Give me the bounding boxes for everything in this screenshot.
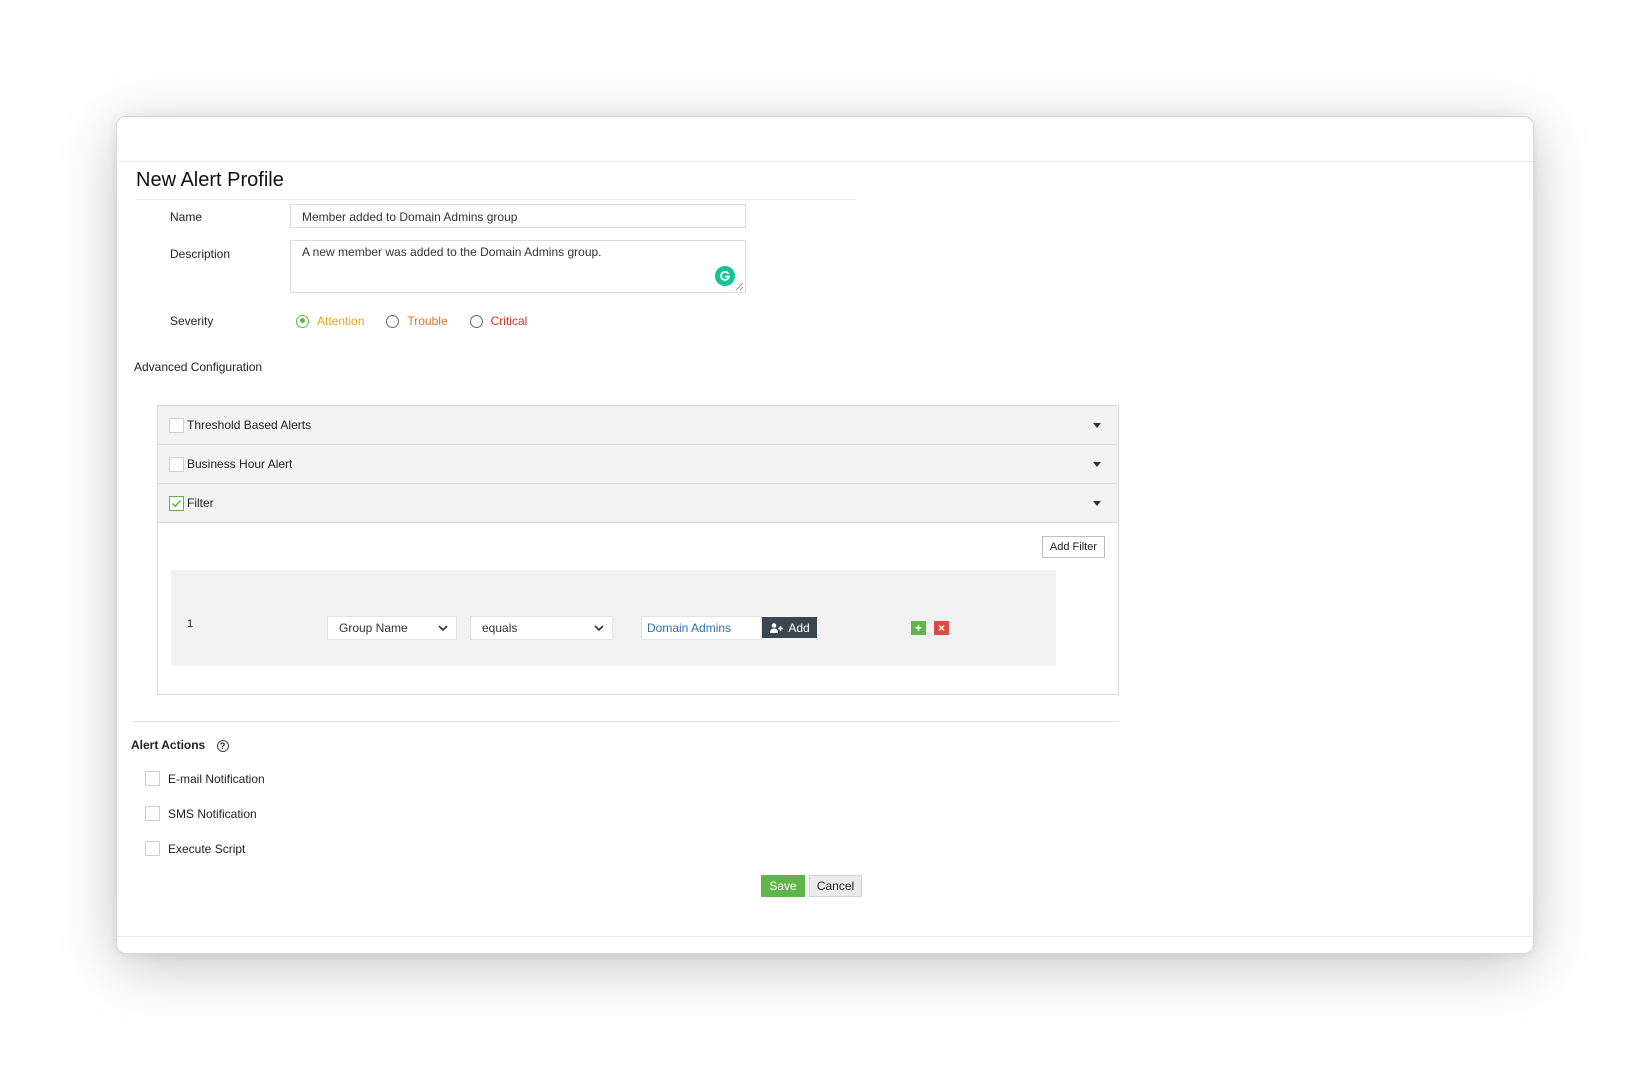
- filter-rule-row: 1 Group Name equals Domain Admins Add + …: [171, 570, 1056, 666]
- description-label: Description: [170, 247, 231, 261]
- severity-critical-label: Critical: [490, 314, 528, 328]
- header-divider: [117, 161, 1533, 162]
- severity-radio-group: Attention Trouble Critical: [296, 314, 549, 328]
- plus-icon: +: [914, 621, 922, 635]
- alert-actions-heading: Alert Actions ?: [131, 738, 229, 752]
- add-filter-button[interactable]: Add Filter: [1041, 536, 1105, 558]
- sms-notification-checkbox[interactable]: [145, 806, 160, 821]
- email-notification-option[interactable]: E-mail Notification: [145, 771, 265, 786]
- accordion-filter[interactable]: Filter: [158, 484, 1118, 523]
- question-circle-icon[interactable]: ?: [216, 739, 229, 752]
- filter-row-index: 1: [187, 618, 194, 630]
- remove-row-button[interactable]: ×: [934, 621, 949, 635]
- sms-notification-option[interactable]: SMS Notification: [145, 806, 257, 821]
- add-row-button[interactable]: +: [911, 621, 926, 635]
- caret-down-icon[interactable]: [1093, 501, 1101, 506]
- sms-notification-label: SMS Notification: [168, 806, 257, 821]
- radio-unselected-icon: [386, 314, 400, 328]
- close-icon: ×: [937, 621, 945, 635]
- execute-script-option[interactable]: Execute Script: [145, 841, 245, 856]
- severity-critical-radio[interactable]: Critical: [469, 314, 528, 328]
- threshold-alerts-label: Threshold Based Alerts: [187, 418, 312, 432]
- accordion-threshold-based-alerts[interactable]: Threshold Based Alerts: [158, 406, 1118, 445]
- cancel-button[interactable]: Cancel: [809, 875, 862, 897]
- execute-script-checkbox[interactable]: [145, 841, 160, 856]
- filter-operator-value: equals: [482, 621, 518, 635]
- resize-grip-icon[interactable]: [735, 282, 744, 291]
- section-divider: [133, 721, 1119, 722]
- severity-label: Severity: [170, 314, 214, 328]
- chevron-down-icon: [594, 625, 604, 632]
- advanced-configuration-accordion: Threshold Based Alerts Business Hour Ale…: [157, 405, 1119, 695]
- grammarly-icon[interactable]: [715, 266, 735, 286]
- severity-attention-radio[interactable]: Attention: [296, 314, 364, 328]
- accordion-business-hour-alert[interactable]: Business Hour Alert: [158, 445, 1118, 484]
- save-button[interactable]: Save: [761, 875, 805, 897]
- radio-selected-icon: [296, 314, 309, 328]
- execute-script-label: Execute Script: [168, 841, 246, 856]
- email-notification-checkbox[interactable]: [145, 771, 160, 786]
- checkmark-icon: [171, 499, 182, 507]
- alert-profile-window: New Alert Profile Name Member added to D…: [116, 116, 1534, 954]
- alert-actions-title: Alert Actions: [131, 738, 206, 752]
- add-group-button[interactable]: Add: [762, 617, 817, 638]
- add-group-label: Add: [788, 620, 810, 635]
- filter-label: Filter: [187, 496, 214, 510]
- filter-field-select[interactable]: Group Name: [327, 616, 457, 640]
- severity-trouble-radio[interactable]: Trouble: [386, 314, 448, 328]
- filter-operator-select[interactable]: equals: [470, 616, 613, 640]
- business-hour-checkbox[interactable]: [169, 456, 184, 472]
- chevron-down-icon: [438, 625, 448, 632]
- name-input[interactable]: Member added to Domain Admins group: [290, 204, 746, 228]
- email-notification-label: E-mail Notification: [168, 771, 265, 786]
- radio-unselected-icon: [469, 314, 483, 328]
- page-title: New Alert Profile: [136, 169, 856, 200]
- name-label: Name: [170, 210, 203, 224]
- filter-checkbox[interactable]: [169, 495, 184, 511]
- caret-down-icon[interactable]: [1093, 462, 1101, 467]
- severity-attention-label: Attention: [317, 314, 365, 328]
- description-text: A new member was added to the Domain Adm…: [302, 245, 602, 259]
- footer-divider: [117, 936, 1533, 937]
- filter-field-value: Group Name: [339, 621, 408, 635]
- caret-down-icon[interactable]: [1093, 423, 1101, 428]
- description-textarea[interactable]: A new member was added to the Domain Adm…: [290, 240, 746, 293]
- advanced-configuration-title: Advanced Configuration: [134, 360, 263, 374]
- add-user-icon: [770, 622, 784, 633]
- filter-value-text: Domain Admins: [647, 621, 732, 635]
- filter-value-input[interactable]: Domain Admins: [641, 616, 762, 640]
- severity-trouble-label: Trouble: [407, 314, 448, 328]
- threshold-alerts-checkbox[interactable]: [169, 417, 184, 433]
- business-hour-label: Business Hour Alert: [187, 457, 293, 471]
